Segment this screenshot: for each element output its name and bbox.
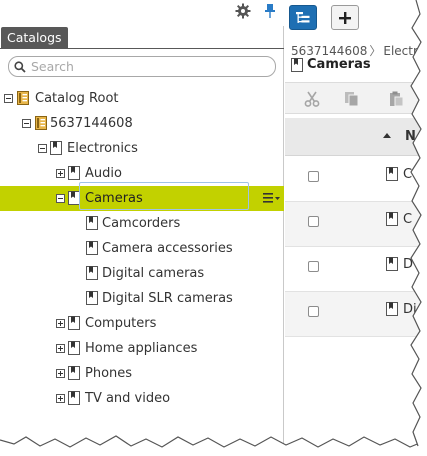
- category-icon: [86, 291, 98, 305]
- catalog-navigation-panel: Catalogs Catalog Root: [0, 0, 284, 446]
- panel-top-bar: [0, 0, 284, 26]
- grid-header: N: [285, 118, 427, 156]
- tree-node-home-appliances[interactable]: Home appliances: [0, 336, 284, 361]
- row-name-cell: C: [403, 167, 413, 182]
- search-icon: [14, 61, 26, 73]
- settings-button[interactable]: [230, 0, 256, 22]
- pin-icon: [265, 4, 275, 18]
- gear-icon: [235, 3, 251, 19]
- sort-ascending-icon[interactable]: [383, 133, 391, 138]
- tree-node-electronics[interactable]: Electronics: [0, 136, 284, 161]
- tree-node-label: TV and video: [85, 391, 171, 406]
- tree-node-label: Camera accessories: [102, 241, 233, 256]
- collapse-toggle[interactable]: [56, 194, 65, 203]
- category-details-panel: 5637144608 〉 Electro Cameras N C C D Di: [285, 0, 427, 446]
- collapse-toggle[interactable]: [22, 119, 31, 128]
- expand-toggle[interactable]: [56, 319, 65, 328]
- plus-icon: [339, 11, 351, 24]
- row-name-cell: Di: [403, 302, 417, 317]
- tree-node-digital-cameras[interactable]: Digital cameras: [0, 261, 284, 286]
- tree-node-label: Digital SLR cameras: [102, 291, 233, 306]
- category-icon: [386, 302, 398, 316]
- category-icon: [68, 366, 80, 380]
- catalog-root-icon: [17, 91, 29, 105]
- category-icon: [386, 212, 398, 226]
- tree-node-catalog[interactable]: 5637144608: [0, 111, 284, 136]
- tree-node-label: Home appliances: [85, 341, 198, 356]
- category-icon: [86, 266, 98, 280]
- tree-node-camera-accessories[interactable]: Camera accessories: [0, 236, 284, 261]
- tree-node-label: Catalog Root: [35, 91, 119, 106]
- copy-icon[interactable]: [343, 90, 361, 108]
- tree-node-digital-slr-cameras[interactable]: Digital SLR cameras: [0, 286, 284, 311]
- tree-node-label: Camcorders: [102, 216, 181, 231]
- tree-node-label: Cameras: [85, 191, 143, 206]
- tree-node-camcorders[interactable]: Camcorders: [0, 211, 284, 236]
- row-name-cell: D: [403, 257, 414, 272]
- category-icon: [68, 391, 80, 405]
- row-name-cell: C: [403, 212, 413, 227]
- search-box: [8, 56, 276, 77]
- row-checkbox[interactable]: [308, 261, 319, 272]
- category-icon: [86, 216, 98, 230]
- row-checkbox[interactable]: [308, 306, 319, 317]
- expand-toggle[interactable]: [56, 369, 65, 378]
- pin-panel-button[interactable]: [258, 0, 282, 22]
- tab-underline: [0, 48, 284, 49]
- paste-icon[interactable]: [387, 90, 405, 108]
- expand-toggle[interactable]: [56, 344, 65, 353]
- collapse-toggle[interactable]: [38, 144, 47, 153]
- column-header-name[interactable]: N: [405, 129, 416, 144]
- tab-catalogs[interactable]: Catalogs: [1, 27, 68, 49]
- tree-node-catalog-root[interactable]: Catalog Root: [0, 86, 284, 111]
- tree-node-audio[interactable]: Audio: [0, 161, 284, 186]
- category-icon: [386, 257, 398, 271]
- row-menu-icon[interactable]: [262, 191, 282, 205]
- breadcrumb-current[interactable]: Electro: [383, 44, 425, 58]
- category-icon: [68, 166, 80, 180]
- tree-node-cameras[interactable]: Cameras: [0, 186, 284, 211]
- tree-node-phones[interactable]: Phones: [0, 361, 284, 386]
- tree-node-tv-and-video[interactable]: TV and video: [0, 386, 284, 411]
- category-icon: [86, 241, 98, 255]
- action-toolbar: [285, 82, 427, 114]
- row-checkbox[interactable]: [308, 216, 319, 227]
- tree-node-label: 5637144608: [50, 116, 133, 131]
- category-icon: [68, 341, 80, 355]
- category-icon: [50, 141, 62, 155]
- catalog-icon: [35, 116, 47, 130]
- expand-toggle[interactable]: [56, 394, 65, 403]
- search-input[interactable]: [31, 58, 271, 75]
- tree-node-label: Audio: [85, 166, 122, 181]
- tab-catalogs-label: Catalogs: [7, 30, 62, 45]
- tree-node-computers[interactable]: Computers: [0, 311, 284, 336]
- tree-node-label: Phones: [85, 366, 133, 381]
- category-icon: [68, 191, 80, 205]
- grid-row[interactable]: C: [285, 157, 427, 202]
- grid-row[interactable]: D: [285, 247, 427, 292]
- page-title-text: Cameras: [307, 57, 371, 72]
- add-button[interactable]: [331, 5, 359, 30]
- expand-toggle[interactable]: [56, 169, 65, 178]
- grid-row[interactable]: Di: [285, 292, 427, 337]
- tree-node-label: Electronics: [67, 141, 138, 156]
- grid-row[interactable]: C: [285, 202, 427, 247]
- category-icon: [68, 316, 80, 330]
- collapse-toggle[interactable]: [4, 94, 13, 103]
- breadcrumb-separator: 〉: [369, 44, 382, 58]
- breadcrumb-parent[interactable]: 5637144608: [291, 44, 367, 58]
- tree-node-label: Digital cameras: [102, 266, 205, 281]
- toggle-tree-button[interactable]: [289, 5, 317, 30]
- category-icon: [386, 167, 398, 181]
- hierarchy-icon: [296, 11, 310, 23]
- category-icon: [291, 58, 303, 72]
- tree-node-label: Computers: [85, 316, 157, 331]
- cut-icon[interactable]: [303, 90, 321, 108]
- row-checkbox[interactable]: [308, 171, 319, 182]
